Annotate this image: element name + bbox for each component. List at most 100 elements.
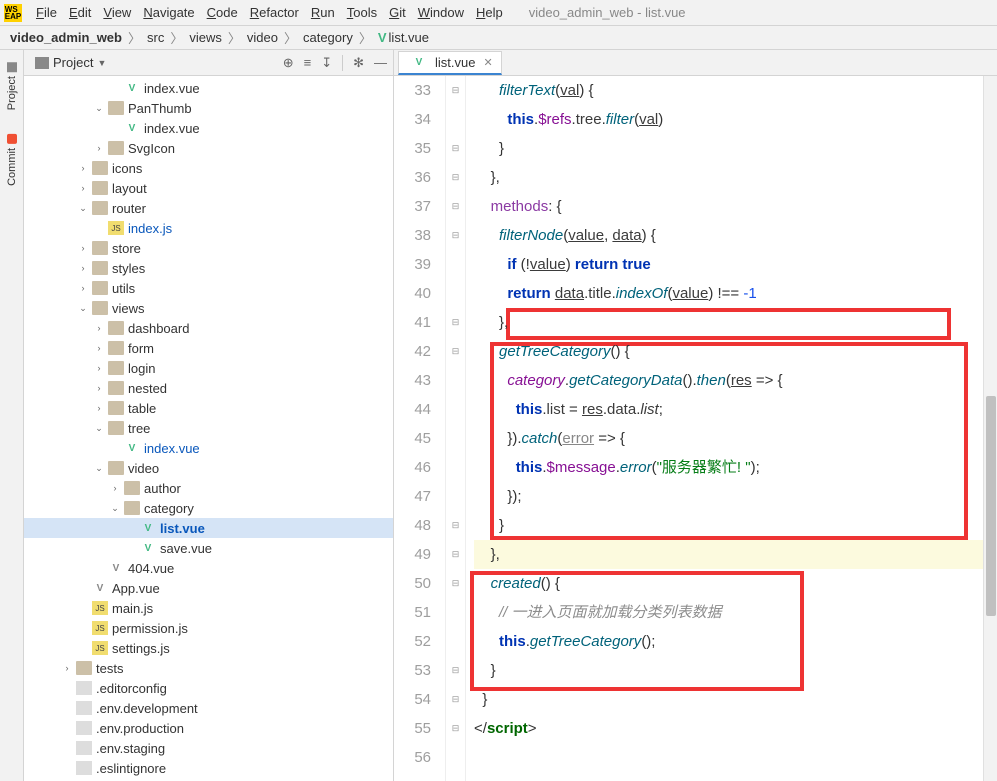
code-line[interactable]: } [474,685,997,714]
menu-navigate[interactable]: Navigate [137,5,200,20]
code-line[interactable]: methods: { [474,192,997,221]
chevron-down-icon[interactable]: ⌄ [94,463,104,474]
tree-item[interactable]: ·settings.js [24,638,393,658]
fold-marker[interactable]: ⊟ [451,656,461,685]
expand-icon[interactable]: ≡ [304,55,312,70]
tree-item[interactable]: ·list.vue [24,518,393,538]
chevron-down-icon[interactable]: ⌄ [94,423,104,434]
tree-item[interactable]: ·permission.js [24,618,393,638]
code-line[interactable]: this.$refs.tree.filter(val) [474,105,997,134]
menu-run[interactable]: Run [305,5,341,20]
close-icon[interactable]: ✕ [483,56,492,69]
fold-marker[interactable]: ⊟ [451,685,461,714]
tree-item[interactable]: ›layout [24,178,393,198]
tree-item[interactable]: ·.env.staging [24,738,393,758]
fold-marker[interactable]: ⊟ [451,134,461,163]
chevron-right-icon[interactable]: › [78,283,88,293]
code-line[interactable]: this.getTreeCategory(); [474,627,997,656]
tree-item[interactable]: ›author [24,478,393,498]
tree-item[interactable]: ·index.vue [24,438,393,458]
fold-marker[interactable]: ⊟ [451,569,461,598]
breadcrumb-item[interactable]: video [243,30,282,45]
tree-item[interactable]: ›nested [24,378,393,398]
tree-item[interactable]: ⌄router [24,198,393,218]
menu-refactor[interactable]: Refactor [244,5,305,20]
tree-item[interactable]: ·main.js [24,598,393,618]
tool-tab-project[interactable]: Project [4,56,20,116]
code-line[interactable] [474,743,997,772]
tree-item[interactable]: ⌄category [24,498,393,518]
tree-item[interactable]: ·.editorconfig [24,678,393,698]
code-line[interactable]: created() { [474,569,997,598]
vertical-scrollbar[interactable] [983,76,997,781]
fold-marker[interactable]: ⊟ [451,163,461,192]
breadcrumb-item[interactable]: views [185,30,226,45]
code-line[interactable]: // 一进入页面就加载分类列表数据 [474,598,997,627]
code-line[interactable]: }).catch(error => { [474,424,997,453]
code-line[interactable]: category.getCategoryData().then(res => { [474,366,997,395]
tree-item[interactable]: ⌄PanThumb [24,98,393,118]
chevron-right-icon[interactable]: › [62,663,72,673]
chevron-down-icon[interactable]: ⌄ [110,503,120,514]
tree-item[interactable]: ·.env.production [24,718,393,738]
tree-item[interactable]: ›store [24,238,393,258]
breadcrumb-item[interactable]: src [143,30,168,45]
code-line[interactable]: this.list = res.data.list; [474,395,997,424]
tree-item[interactable]: ·.eslintignore [24,758,393,778]
tree-item[interactable]: ›form [24,338,393,358]
tree-item[interactable]: ⌄views [24,298,393,318]
code-line[interactable]: if (!value) return true [474,250,997,279]
tool-tab-commit[interactable]: Commit [4,128,20,192]
scrollbar-thumb[interactable] [986,396,996,616]
code-line[interactable]: this.$message.error("服务器繁忙! "); [474,453,997,482]
chevron-down-icon[interactable]: ⌄ [94,103,104,114]
code-line[interactable]: }); [474,482,997,511]
chevron-right-icon[interactable]: › [94,363,104,373]
tree-item[interactable]: ›icons [24,158,393,178]
menu-help[interactable]: Help [470,5,509,20]
chevron-right-icon[interactable]: › [110,483,120,493]
tree-item[interactable]: ·index.vue [24,78,393,98]
tree-item[interactable]: ·.env.development [24,698,393,718]
menu-window[interactable]: Window [412,5,470,20]
code-line[interactable]: return data.title.indexOf(value) !== -1 [474,279,997,308]
tree-item[interactable]: ·index.js [24,218,393,238]
code-line[interactable]: } [474,134,997,163]
chevron-right-icon[interactable]: › [78,163,88,173]
breadcrumb-item[interactable]: Vlist.vue [374,30,433,45]
code-line[interactable]: }, [474,308,997,337]
menu-git[interactable]: Git [383,5,412,20]
menu-code[interactable]: Code [201,5,244,20]
breadcrumb-item[interactable]: video_admin_web [6,30,126,45]
fold-marker[interactable]: ⊟ [451,221,461,250]
tree-item[interactable]: ·404.vue [24,558,393,578]
tree-item[interactable]: ⌄video [24,458,393,478]
menu-edit[interactable]: Edit [63,5,97,20]
chevron-right-icon[interactable]: › [78,263,88,273]
code-content[interactable]: filterText(val) { this.$refs.tree.filter… [466,76,997,781]
tree-item[interactable]: ·index.vue [24,118,393,138]
project-view-dropdown[interactable]: Project ▼ [30,53,111,72]
tree-item[interactable]: ›login [24,358,393,378]
fold-marker[interactable]: ⊟ [451,511,461,540]
fold-marker[interactable]: ⊟ [451,192,461,221]
tree-item[interactable]: ›tests [24,658,393,678]
fold-marker[interactable]: ⊟ [451,540,461,569]
chevron-down-icon[interactable]: ⌄ [78,303,88,314]
settings-icon[interactable]: ✻ [353,55,364,71]
chevron-right-icon[interactable]: › [94,323,104,333]
chevron-right-icon[interactable]: › [94,403,104,413]
collapse-icon[interactable]: ↧ [321,55,332,71]
tree-item[interactable]: ›utils [24,278,393,298]
code-line[interactable]: filterNode(value, data) { [474,221,997,250]
fold-marker[interactable]: ⊟ [451,308,461,337]
chevron-right-icon[interactable]: › [94,143,104,153]
code-line[interactable]: filterText(val) { [474,76,997,105]
code-line[interactable]: getTreeCategory() { [474,337,997,366]
tree-item[interactable]: ›SvgIcon [24,138,393,158]
tree-item[interactable]: ⌄tree [24,418,393,438]
code-line[interactable]: }, [474,163,997,192]
code-line[interactable]: </script> [474,714,997,743]
tree-item[interactable]: ›styles [24,258,393,278]
chevron-down-icon[interactable]: ⌄ [78,203,88,214]
